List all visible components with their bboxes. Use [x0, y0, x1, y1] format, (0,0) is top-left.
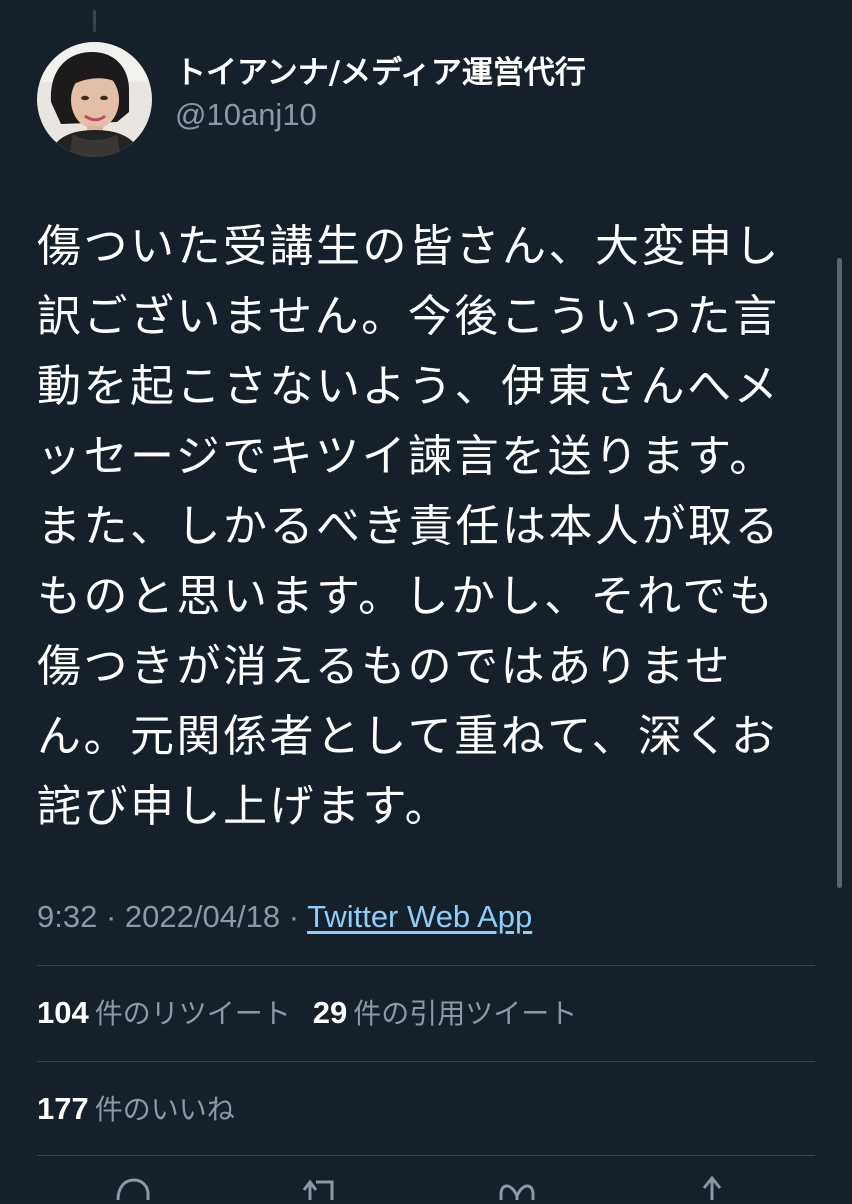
tweet-source-link[interactable]: Twitter Web App	[307, 899, 532, 934]
likes-label: 件のいいね	[94, 1093, 235, 1126]
tweet-text-line: 傷つきが消えるものではありませ	[37, 641, 732, 692]
divider	[37, 965, 815, 966]
user-handle[interactable]: @10anj10	[175, 95, 586, 135]
retweet-icon[interactable]	[302, 1170, 342, 1200]
tweet-text-line: ものと思います。しかし、それでも	[37, 571, 776, 622]
tweet-text-line: 詫び申し上げます。	[37, 781, 452, 832]
divider	[37, 1061, 815, 1062]
retweets-label: 件のリツイート	[94, 997, 291, 1030]
reply-icon[interactable]	[112, 1170, 152, 1201]
tweet-text: 傷ついた受講生の皆さん、大変申し 訳ございません。今後こういった言 動を起こさな…	[37, 212, 797, 842]
tweet-metadata: 9:32 · 2022/04/18 · Twitter Web App	[37, 895, 532, 939]
share-icon[interactable]	[692, 1170, 732, 1200]
tweet-author-header: トイアンナ/メディア運営代行 @10anj10	[37, 42, 586, 157]
tweet-text-line: 動を起こさないよう、伊東さんへメ	[37, 361, 781, 412]
scrollbar[interactable]	[837, 258, 842, 888]
tweet-text-line: 訳ございません。今後こういった言	[37, 291, 780, 342]
quotes-label: 件の引用ツイート	[353, 997, 578, 1030]
tweet-text-line: ん。元関係者として重ねて、深くお	[37, 711, 778, 762]
meta-separator: ·	[105, 899, 117, 934]
meta-separator: ·	[288, 899, 300, 934]
tweet-actions-bar	[0, 1170, 852, 1201]
thread-connector-line	[93, 10, 96, 32]
tweet-text-line: ッセージでキツイ諫言を送ります。	[37, 431, 776, 482]
likes-count: 177	[37, 1091, 89, 1126]
avatar[interactable]	[37, 42, 152, 157]
like-icon[interactable]	[497, 1170, 537, 1200]
quotes-count: 29	[312, 995, 348, 1030]
tweet-date[interactable]: 2022/04/18	[125, 899, 280, 934]
retweets-count: 104	[37, 995, 89, 1030]
display-name[interactable]: トイアンナ/メディア運営代行	[175, 53, 586, 93]
retweets-stat[interactable]: 104 件のリツイート	[37, 992, 291, 1032]
retweet-stats-row: 104 件のリツイート 29 件の引用ツイート	[37, 992, 577, 1032]
avatar-image	[37, 42, 152, 157]
divider	[37, 1155, 815, 1156]
quotes-stat[interactable]: 29 件の引用ツイート	[313, 992, 578, 1032]
likes-stats-row: 177 件のいいね	[37, 1088, 235, 1128]
tweet-text-line: 傷ついた受講生の皆さん、大変申し	[37, 221, 781, 272]
tweet-text-line: また、しかるべき責任は本人が取る	[37, 501, 781, 552]
author-names: トイアンナ/メディア運営代行 @10anj10	[175, 53, 586, 135]
likes-stat[interactable]: 177 件のいいね	[37, 1088, 235, 1128]
tweet-time[interactable]: 9:32	[37, 899, 97, 934]
